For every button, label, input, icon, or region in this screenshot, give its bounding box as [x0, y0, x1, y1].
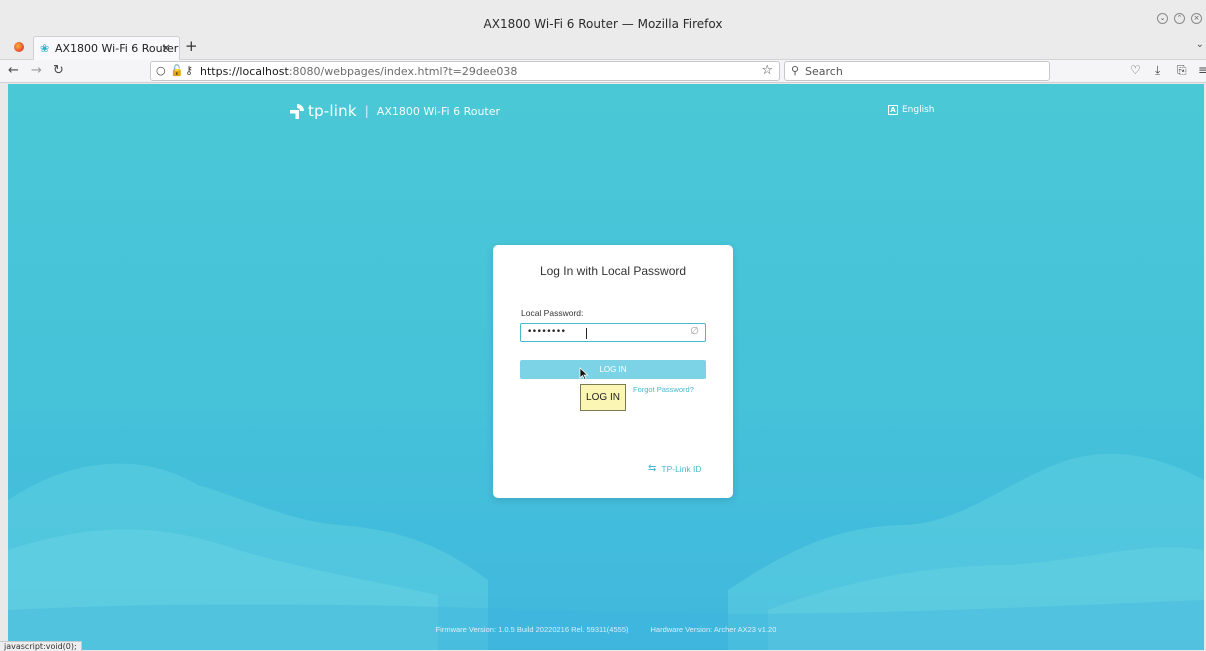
hardware-version: Hardware Version: Archer AX23 v1.20 — [650, 625, 777, 634]
extensions-icon[interactable]: ⎘ — [1177, 63, 1187, 78]
browser-tab[interactable]: ❀ AX1800 Wi-Fi 6 Router × — [33, 36, 180, 60]
swap-arrows-icon: ⇆ — [648, 463, 657, 474]
tab-close-icon[interactable]: × — [161, 41, 171, 55]
menu-icon[interactable]: ≡ — [1198, 63, 1206, 77]
url-bar[interactable]: ○ 🔓 ⚷ https://localhost:8080/webpages/in… — [150, 61, 780, 81]
tracking-shield-icon[interactable]: ○ — [156, 64, 166, 77]
page-footer: Firmware Version: 1.0.5 Build 20220216 R… — [8, 625, 1204, 634]
tplink-favicon-icon: ❀ — [40, 42, 50, 55]
url-text[interactable]: https://localhost:8080/webpages/index.ht… — [200, 65, 517, 78]
login-title: Log In with Local Password — [539, 264, 687, 278]
window-title: AX1800 Wi-Fi 6 Router — Mozilla Firefox — [483, 17, 723, 31]
tplink-id-link[interactable]: ⇆ TP-Link ID — [648, 463, 702, 474]
password-label: Local Password: — [521, 308, 584, 318]
router-model: AX1800 Wi-Fi 6 Router — [376, 104, 501, 118]
search-placeholder: Search — [805, 65, 843, 78]
maximize-icon[interactable]: ⌃ — [1174, 13, 1185, 24]
firefox-logo-icon — [14, 42, 24, 52]
tplink-logo-icon — [290, 104, 304, 119]
new-tab-button[interactable]: + — [185, 37, 198, 55]
brand-name: tp-link — [308, 102, 357, 120]
login-tooltip: LOG IN — [580, 384, 626, 411]
search-input[interactable]: ⚲ Search — [784, 61, 1050, 81]
language-selector[interactable]: A English — [888, 105, 935, 115]
lock-warning-icon[interactable]: 🔓 — [170, 64, 184, 77]
back-icon[interactable]: ← — [8, 63, 19, 78]
forward-icon[interactable]: → — [31, 63, 42, 78]
window-controls: ⌄ ⌃ × — [1157, 13, 1202, 24]
tab-title: AX1800 Wi-Fi 6 Router — [55, 42, 179, 55]
brand-header: tp-link | AX1800 Wi-Fi 6 Router — [288, 102, 500, 120]
minimize-icon[interactable]: ⌄ — [1157, 13, 1168, 24]
password-value: •••••••• — [527, 327, 566, 337]
bookmark-star-icon[interactable]: ☆ — [761, 63, 773, 78]
login-card: Log In with Local Password Local Passwor… — [493, 245, 733, 498]
list-all-tabs-icon[interactable]: ⌄ — [1196, 39, 1204, 50]
hide-password-icon[interactable]: ∅ — [690, 326, 699, 337]
tplink-id-label: TP-Link ID — [661, 463, 702, 474]
password-field[interactable]: •••••••• ∅ — [520, 323, 706, 342]
close-window-icon[interactable]: × — [1191, 13, 1202, 24]
search-icon: ⚲ — [791, 64, 800, 77]
firmware-version: Firmware Version: 1.0.5 Build 20220216 R… — [435, 625, 629, 634]
reload-icon[interactable]: ↻ — [53, 63, 64, 78]
mouse-cursor-icon — [579, 367, 589, 381]
key-icon[interactable]: ⚷ — [185, 64, 193, 77]
status-bar: javascript:void(0); — [0, 641, 82, 651]
text-caret — [586, 328, 587, 339]
pocket-icon[interactable]: ♡ — [1130, 63, 1141, 77]
window-titlebar: AX1800 Wi-Fi 6 Router — Mozilla Firefox … — [0, 0, 1206, 34]
brand-separator: | — [364, 104, 369, 118]
language-icon: A — [888, 105, 898, 115]
language-label: English — [902, 105, 935, 115]
login-button[interactable]: LOG IN — [520, 360, 706, 379]
forgot-password-link[interactable]: Forgot Password? — [633, 385, 694, 394]
page-viewport: tp-link | AX1800 Wi-Fi 6 Router A Englis… — [8, 84, 1204, 650]
navigation-bar: ← → ↻ ○ 🔓 ⚷ https://localhost:8080/webpa… — [0, 60, 1206, 83]
downloads-icon[interactable]: ⤓ — [1155, 63, 1160, 78]
tab-strip: ❀ AX1800 Wi-Fi 6 Router × + ⌄ — [0, 34, 1206, 60]
